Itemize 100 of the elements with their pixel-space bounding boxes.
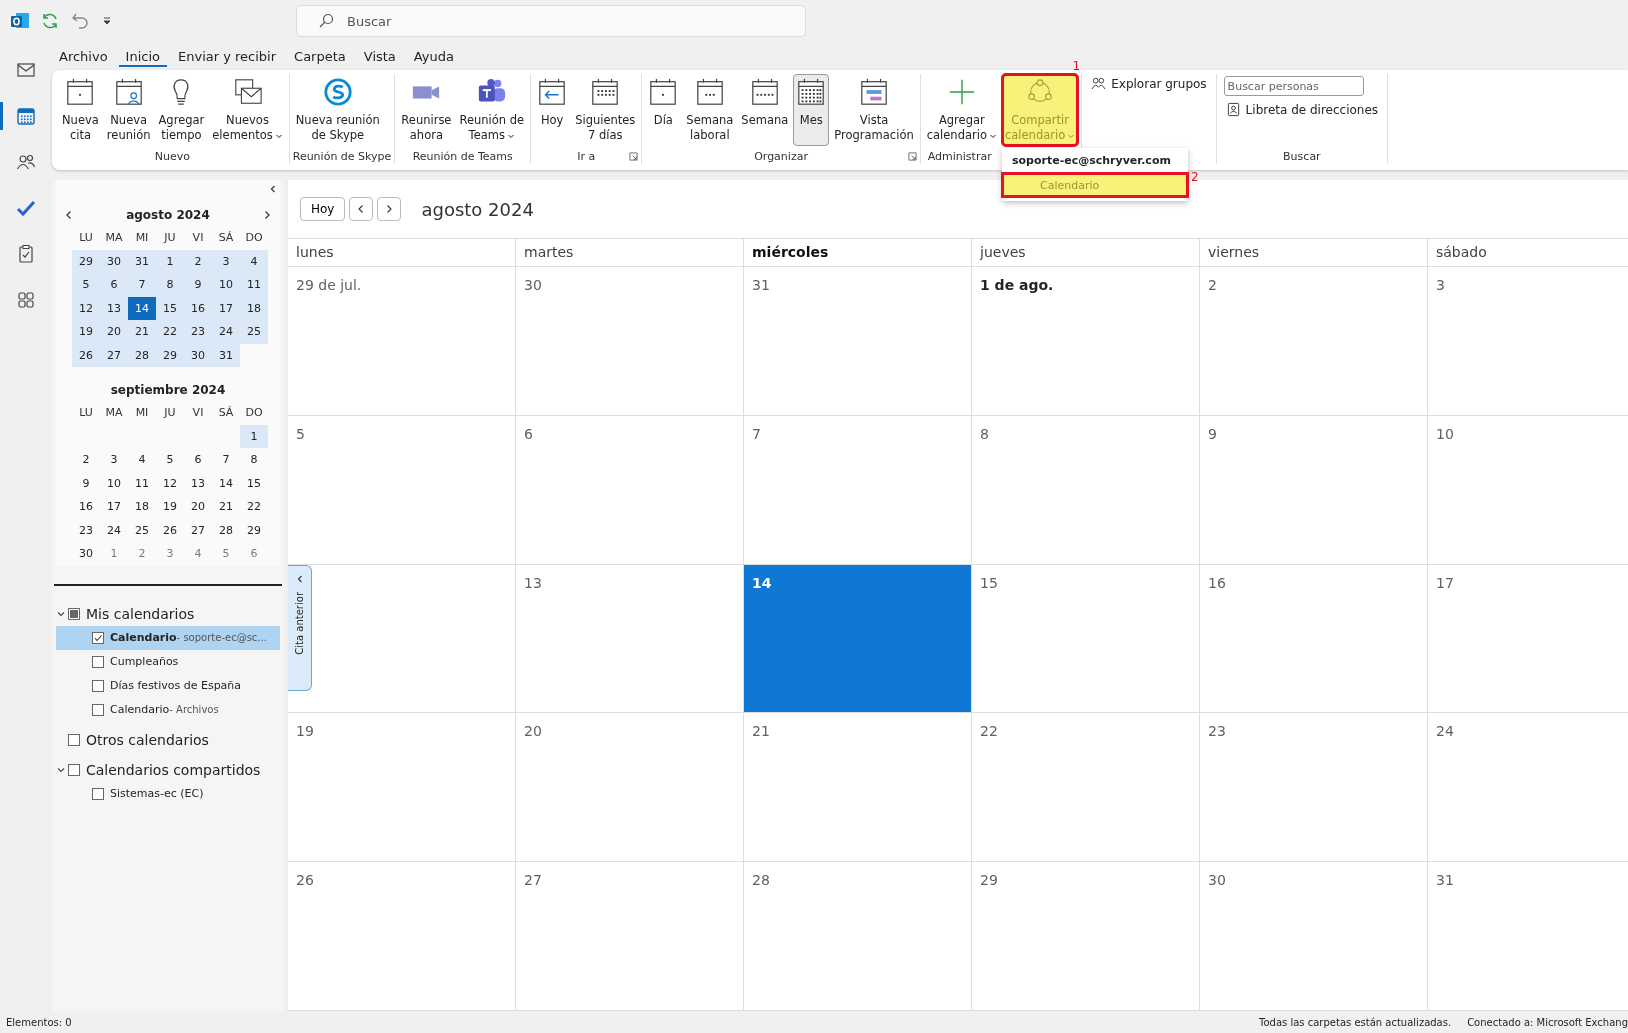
day-cell[interactable]: 26 — [288, 862, 516, 1011]
date-cell[interactable]: 13 — [100, 296, 128, 320]
date-cell[interactable]: 18 — [240, 296, 268, 320]
date-cell[interactable]: 1 — [100, 542, 128, 566]
date-cell[interactable]: 28 — [212, 518, 240, 542]
date-cell[interactable]: 30 — [100, 249, 128, 273]
date-cell[interactable]: 4 — [240, 249, 268, 273]
day-cell[interactable]: 28 — [744, 862, 972, 1011]
ribbon-tab[interactable]: Archivo — [52, 45, 115, 67]
day-cell[interactable]: 2 — [1200, 267, 1428, 416]
day-cell[interactable]: 19 — [288, 713, 516, 863]
ribbon-button[interactable]: Nuevos elementos — [209, 74, 286, 146]
day-cell[interactable]: 15 — [972, 564, 1200, 714]
ribbon-button[interactable]: Semana — [738, 74, 792, 146]
day-cell[interactable]: 21 — [744, 713, 972, 863]
date-cell[interactable]: 15 — [240, 471, 268, 495]
date-cell[interactable]: 29 — [240, 518, 268, 542]
checkbox[interactable] — [68, 607, 80, 620]
ribbon-button[interactable]: Nueva reunión — [103, 74, 154, 146]
date-cell[interactable]: 31 — [128, 249, 156, 273]
search-people-field[interactable]: Buscar personas — [1223, 76, 1364, 96]
date-cell[interactable]: 2 — [128, 542, 156, 566]
ribbon-button[interactable]: Agregar tiempo — [155, 74, 208, 146]
date-cell[interactable]: 23 — [184, 320, 212, 344]
day-cell[interactable]: Cita anterior — [288, 564, 516, 714]
day-cell[interactable]: 6 — [516, 415, 744, 565]
customize-caret-icon[interactable] — [102, 16, 112, 26]
date-cell[interactable]: 30 — [184, 343, 212, 367]
date-cell[interactable]: 21 — [128, 320, 156, 344]
day-cell[interactable]: 31 — [744, 267, 972, 416]
calendar-item[interactable]: Días festivos de España — [56, 673, 280, 698]
ribbon-button[interactable]: Reunirse ahora — [398, 74, 455, 146]
date-cell[interactable]: 14 — [128, 296, 156, 320]
date-cell[interactable]: 27 — [184, 518, 212, 542]
day-cell[interactable]: 29 — [972, 862, 1200, 1011]
date-cell[interactable]: 15 — [156, 296, 184, 320]
day-cell[interactable]: 24 — [1428, 713, 1628, 863]
date-cell[interactable]: 16 — [72, 495, 100, 519]
checkbox[interactable] — [92, 787, 104, 800]
calendar-item[interactable]: Calendario- Archivos — [56, 697, 280, 722]
day-cell[interactable]: 14 — [744, 564, 972, 714]
date-cell[interactable]: 31 — [212, 343, 240, 367]
ribbon-button[interactable]: Hoy — [534, 74, 571, 146]
next-month-icon[interactable] — [262, 210, 272, 220]
date-cell[interactable]: 25 — [240, 320, 268, 344]
ribbon-button[interactable]: Explorar grupos — [1085, 74, 1213, 93]
day-cell[interactable]: 31 — [1428, 862, 1628, 1011]
date-cell[interactable]: 14 — [212, 471, 240, 495]
checkbox[interactable] — [92, 679, 104, 692]
day-cell[interactable]: 29 de jul. — [288, 267, 516, 416]
date-cell[interactable]: 24 — [100, 518, 128, 542]
ribbon-tab[interactable]: Inicio — [118, 45, 167, 67]
checkbox[interactable] — [92, 703, 104, 716]
day-cell[interactable]: 1 de ago. — [972, 267, 1200, 416]
date-cell[interactable]: 16 — [184, 296, 212, 320]
date-cell[interactable]: 3 — [212, 249, 240, 273]
date-cell[interactable]: 26 — [156, 518, 184, 542]
date-cell[interactable]: 13 — [184, 471, 212, 495]
date-cell[interactable]: 5 — [156, 448, 184, 472]
sync-icon[interactable] — [40, 11, 60, 31]
date-cell[interactable]: 4 — [184, 542, 212, 566]
ribbon-button[interactable]: Nueva reunión de Skype — [292, 74, 383, 146]
search-field[interactable]: Buscar — [296, 5, 806, 37]
ribbon-button[interactable]: Reunión de Teams — [456, 74, 528, 146]
checkbox[interactable] — [68, 733, 80, 746]
previous-appointment-tab[interactable]: Cita anterior — [288, 564, 312, 691]
day-cell[interactable]: 9 — [1200, 415, 1428, 565]
date-cell[interactable]: 19 — [72, 320, 100, 344]
day-cell[interactable]: 20 — [516, 713, 744, 863]
ribbon-tab[interactable]: Ayuda — [406, 45, 461, 67]
date-cell[interactable]: 3 — [156, 542, 184, 566]
date-cell[interactable]: 6 — [100, 273, 128, 297]
checkbox[interactable] — [92, 655, 104, 668]
ribbon-button[interactable]: Libreta de direcciones — [1219, 100, 1385, 119]
ribbon-button[interactable]: Siguientes 7 días — [572, 74, 639, 146]
date-cell[interactable]: 9 — [184, 273, 212, 297]
date-cell[interactable]: 10 — [100, 471, 128, 495]
ribbon-button[interactable]: Agregar calendario — [923, 74, 1000, 146]
date-cell[interactable]: 5 — [212, 542, 240, 566]
date-cell[interactable]: 12 — [156, 471, 184, 495]
ribbon-button[interactable]: Nueva cita — [59, 74, 102, 146]
date-cell[interactable]: 6 — [240, 542, 268, 566]
outlook-logo-icon[interactable] — [10, 11, 30, 31]
date-cell[interactable]: 20 — [100, 320, 128, 344]
date-cell[interactable]: 27 — [100, 343, 128, 367]
date-cell[interactable]: 24 — [212, 320, 240, 344]
date-cell[interactable]: 29 — [156, 343, 184, 367]
ribbon-button[interactable]: Día — [645, 74, 682, 146]
day-cell[interactable]: 5 — [288, 415, 516, 565]
date-cell[interactable]: 1 — [156, 249, 184, 273]
day-cell[interactable]: 22 — [972, 713, 1200, 863]
date-cell[interactable]: 6 — [184, 448, 212, 472]
date-cell[interactable]: 11 — [240, 273, 268, 297]
date-cell[interactable]: 30 — [72, 542, 100, 566]
date-cell[interactable]: 17 — [100, 495, 128, 519]
undo-icon[interactable] — [70, 11, 90, 31]
date-cell[interactable]: 1 — [240, 424, 268, 448]
ribbon-tab[interactable]: Carpeta — [287, 45, 353, 67]
today-button[interactable]: Hoy — [300, 197, 346, 221]
date-cell[interactable]: 20 — [184, 495, 212, 519]
